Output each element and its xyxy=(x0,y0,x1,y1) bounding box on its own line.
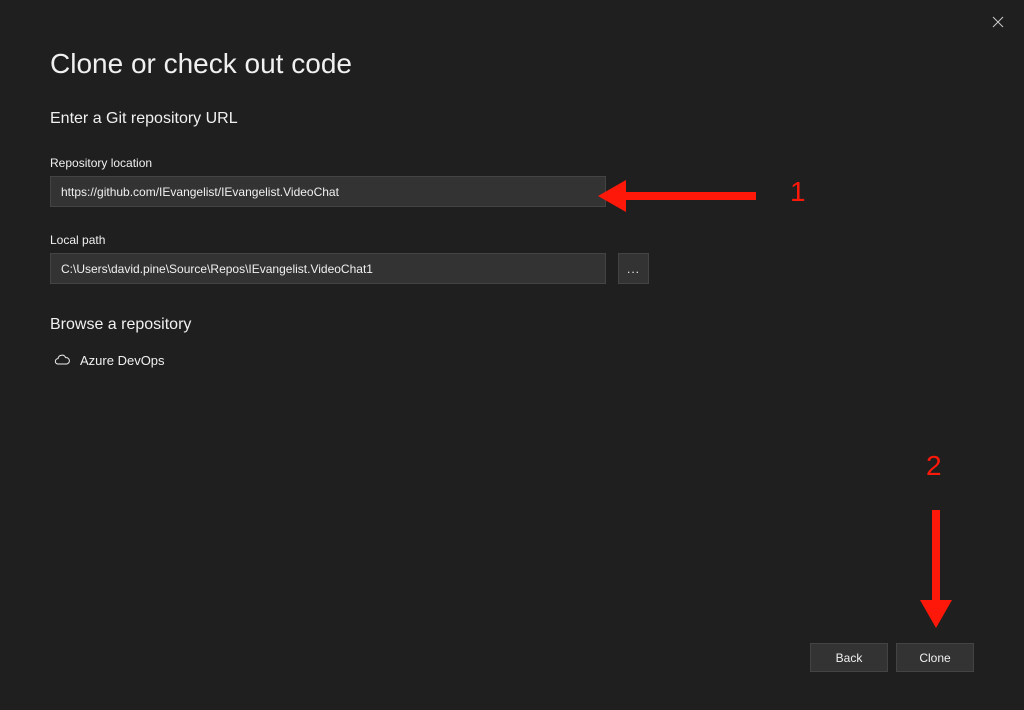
repo-location-input[interactable] xyxy=(50,176,606,207)
section-heading-browse: Browse a repository xyxy=(50,316,974,334)
close-button[interactable] xyxy=(986,10,1010,34)
browse-folder-button[interactable]: ... xyxy=(618,253,649,284)
page-title: Clone or check out code xyxy=(50,48,974,80)
azure-devops-link[interactable]: Azure DevOps xyxy=(50,352,974,368)
close-icon xyxy=(992,16,1004,28)
cloud-icon xyxy=(54,352,70,368)
section-heading-git: Enter a Git repository URL xyxy=(50,110,974,128)
local-path-label: Local path xyxy=(50,233,974,247)
local-path-input[interactable] xyxy=(50,253,606,284)
annotation-number-2: 2 xyxy=(926,450,942,482)
clone-button[interactable]: Clone xyxy=(896,643,974,672)
annotation-arrow-2 xyxy=(896,508,976,628)
repo-location-label: Repository location xyxy=(50,156,974,170)
back-button[interactable]: Back xyxy=(810,643,888,672)
azure-devops-label: Azure DevOps xyxy=(80,353,165,368)
